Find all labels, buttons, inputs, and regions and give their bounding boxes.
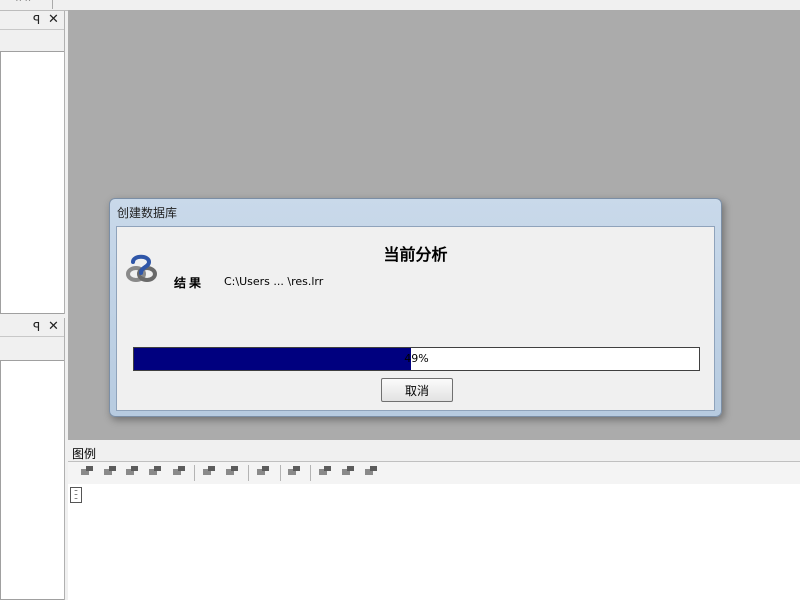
legend-content: – – – (68, 484, 800, 600)
tool-button-icon[interactable] (341, 466, 355, 478)
pane-header: ꟼ ✕ (0, 11, 64, 30)
left-dock-pane-bottom: ꟼ ✕ (0, 318, 65, 600)
pane-content (0, 360, 64, 600)
toolbar-separator (52, 0, 53, 9)
toolbar-separator (194, 465, 195, 481)
tool-button-icon[interactable] (256, 466, 270, 478)
close-icon[interactable]: ✕ (48, 319, 59, 334)
toolbar-separator (248, 465, 249, 481)
dialog-client-area: 当前分析 结果 C:\Users ... \res.lrr 49% 取消 (116, 226, 715, 411)
result-path: C:\Users ... \res.lrr (224, 275, 324, 288)
tool-button-icon[interactable] (225, 466, 239, 478)
left-dock-pane-top: ꟼ ✕ (0, 11, 65, 314)
pane-content (0, 51, 64, 314)
legend-list-icon[interactable]: – – – (70, 487, 82, 503)
toolbar-separator (280, 465, 281, 481)
current-analysis-heading: 当前分析 (383, 245, 448, 264)
tool-button-icon[interactable] (364, 466, 378, 478)
dialog-title: 创建数据库 (117, 206, 178, 220)
legend-toolbar (68, 461, 800, 485)
legend-title: 图例 (72, 447, 97, 461)
pin-icon[interactable]: ꟼ (33, 13, 40, 27)
tool-button-icon[interactable] (202, 466, 216, 478)
tool-button-icon[interactable] (148, 466, 162, 478)
pin-icon[interactable]: ꟼ (33, 320, 40, 334)
create-database-dialog: 创建数据库 当前分析 结果 C:\Users ... \res.lrr 49% … (109, 198, 722, 417)
toolbar-separator (310, 465, 311, 481)
tool-button-icon[interactable] (103, 466, 117, 478)
tool-button-icon[interactable] (172, 466, 186, 478)
progress-text: 49% (404, 352, 429, 365)
tool-button-icon[interactable] (318, 466, 332, 478)
chevron-icon[interactable]: ⌃⌃ (14, 0, 32, 9)
tool-button-icon[interactable] (80, 466, 94, 478)
progress-bar: 49% (133, 347, 700, 371)
legend-pane: 图例 – – – (68, 444, 800, 600)
close-icon[interactable]: ✕ (48, 12, 59, 27)
result-label: 结果 (174, 276, 205, 290)
pane-header: ꟼ ✕ (0, 318, 64, 337)
tool-button-icon[interactable] (287, 466, 301, 478)
lumerical-logo-icon (126, 254, 157, 282)
tool-button-icon[interactable] (125, 466, 139, 478)
cancel-button[interactable]: 取消 (381, 378, 453, 402)
